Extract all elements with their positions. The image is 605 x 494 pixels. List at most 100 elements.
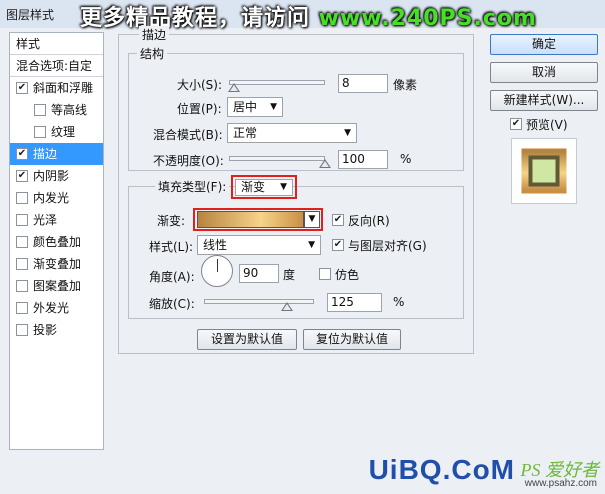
ok-button[interactable]: 确定 xyxy=(490,34,598,55)
fill-type-label: 填充类型(F): xyxy=(155,178,230,195)
style-list-item[interactable]: ✔ 斜面和浮雕 xyxy=(10,77,103,99)
style-list-item-label: 图案叠加 xyxy=(33,279,82,293)
reverse-label: 反向(R) xyxy=(348,214,390,228)
check-icon: ✔ xyxy=(17,82,27,93)
style-list-item[interactable]: 图案叠加 xyxy=(10,275,103,297)
style-list-item-label: 渐变叠加 xyxy=(33,257,82,271)
style-list-blend-options[interactable]: 混合选项:自定 xyxy=(10,55,103,77)
blend-mode-select-value: 正常 xyxy=(233,126,258,140)
fill-type-select-value: 渐变 xyxy=(241,180,266,194)
gradient-style-select[interactable]: 线性 ▼ xyxy=(197,235,321,255)
scale-input[interactable]: 125 xyxy=(327,293,382,312)
size-unit: 像素 xyxy=(393,78,418,92)
fill-type-select[interactable]: 渐变 ▼ xyxy=(235,179,293,196)
watermark-logo: UiBQ.CoM xyxy=(368,454,515,485)
style-list-blend-options-label: 混合选项:自定 xyxy=(16,59,93,73)
style-checkbox[interactable] xyxy=(16,258,28,270)
style-list-item[interactable]: ✔ 内阴影 xyxy=(10,165,103,187)
chevron-down-icon: ▼ xyxy=(270,102,277,112)
check-icon: ✔ xyxy=(17,148,27,159)
size-input[interactable]: 8 xyxy=(338,74,388,93)
style-list-item[interactable]: 等高线 xyxy=(10,99,103,121)
style-checkbox[interactable]: ✔ xyxy=(16,82,28,94)
style-list-item-label: 内发光 xyxy=(33,191,70,205)
window-title: 图层样式 xyxy=(6,8,55,22)
style-checkbox[interactable] xyxy=(34,126,46,138)
style-list-item-label: 颜色叠加 xyxy=(33,235,82,249)
reverse-checkbox[interactable]: ✔ xyxy=(332,214,344,226)
new-style-button[interactable]: 新建样式(W)... xyxy=(490,90,598,111)
angle-input[interactable]: 90 xyxy=(239,264,279,283)
banner-site: www.240PS.com xyxy=(318,6,537,31)
align-with-layer-label: 与图层对齐(G) xyxy=(348,239,427,253)
style-list-item[interactable]: 渐变叠加 xyxy=(10,253,103,275)
stroke-panel: 描边 结构 大小(S): 8 像素 位置(P): 居中 ▼ 混合模式(B): 正… xyxy=(118,26,474,354)
scale-unit: % xyxy=(393,295,405,309)
gradient-label: 渐变: xyxy=(157,214,186,228)
style-list-item[interactable]: 光泽 xyxy=(10,209,103,231)
blend-mode-select[interactable]: 正常 ▼ xyxy=(227,123,357,143)
check-icon: ✔ xyxy=(17,170,27,181)
style-list-styles[interactable]: 样式 xyxy=(10,33,103,55)
style-checkbox[interactable] xyxy=(16,324,28,336)
style-list-item-label: 内阴影 xyxy=(33,169,70,183)
preview-checkbox[interactable]: ✔ xyxy=(510,118,522,130)
preview-label: 预览(V) xyxy=(526,118,568,132)
style-checkbox[interactable]: ✔ xyxy=(16,170,28,182)
cancel-button[interactable]: 取消 xyxy=(490,62,598,83)
scale-slider[interactable] xyxy=(204,299,314,304)
style-list-item[interactable]: 内发光 xyxy=(10,187,103,209)
size-slider[interactable] xyxy=(229,80,325,85)
opacity-label: 不透明度(O): xyxy=(153,154,224,168)
stroke-panel-title: 描边 xyxy=(139,26,170,43)
size-label: 大小(S): xyxy=(177,78,223,92)
angle-label: 角度(A): xyxy=(149,270,195,284)
style-checkbox[interactable] xyxy=(16,192,28,204)
scale-slider-thumb[interactable] xyxy=(280,302,293,311)
chevron-down-icon: ▼ xyxy=(344,128,351,138)
dither-label: 仿色 xyxy=(335,268,360,282)
dither-checkbox[interactable] xyxy=(319,268,331,280)
style-checkbox[interactable] xyxy=(16,236,28,248)
check-icon: ✔ xyxy=(333,214,343,225)
set-default-button[interactable]: 设置为默认值 xyxy=(197,329,297,350)
style-checkbox[interactable]: ✔ xyxy=(16,148,28,160)
structure-group: 结构 大小(S): 8 像素 位置(P): 居中 ▼ 混合模式(B): 正常 ▼… xyxy=(128,45,464,171)
size-slider-thumb[interactable] xyxy=(227,83,240,92)
style-list-item[interactable]: ✔ 描边 xyxy=(10,143,103,165)
style-list-item-label: 纹理 xyxy=(51,125,76,139)
angle-dial-needle xyxy=(217,259,218,272)
check-icon: ✔ xyxy=(511,118,521,129)
frame-preview-icon xyxy=(521,148,567,194)
position-label: 位置(P): xyxy=(177,102,222,116)
position-select[interactable]: 居中 ▼ xyxy=(227,97,283,117)
chevron-down-icon: ▼ xyxy=(308,214,316,224)
scale-label: 缩放(C): xyxy=(149,297,195,311)
style-checkbox[interactable] xyxy=(34,104,46,116)
check-icon: ✔ xyxy=(333,239,343,250)
style-list-item[interactable]: 外发光 xyxy=(10,297,103,319)
style-list-item-label: 外发光 xyxy=(33,301,70,315)
gradient-dropdown-button[interactable]: ▼ xyxy=(304,211,320,228)
style-list-item[interactable]: 投影 xyxy=(10,319,103,341)
chevron-down-icon: ▼ xyxy=(280,182,287,192)
style-checkbox[interactable] xyxy=(16,302,28,314)
chevron-down-icon: ▼ xyxy=(308,240,315,250)
opacity-input[interactable]: 100 xyxy=(338,150,388,169)
reset-default-button[interactable]: 复位为默认值 xyxy=(303,329,401,350)
style-list-item[interactable]: 纹理 xyxy=(10,121,103,143)
gradient-swatch[interactable] xyxy=(197,211,304,228)
style-list-item[interactable]: 颜色叠加 xyxy=(10,231,103,253)
style-list: 样式 混合选项:自定 ✔ 斜面和浮雕 等高线 纹理 ✔ 描边 ✔ 内阴影 内发光 光泽 颜色叠加 渐变… xyxy=(9,32,104,450)
structure-group-title: 结构 xyxy=(137,45,168,62)
style-checkbox[interactable] xyxy=(16,280,28,292)
style-checkbox[interactable] xyxy=(16,214,28,226)
opacity-unit: % xyxy=(400,152,412,166)
opacity-slider[interactable] xyxy=(229,156,325,161)
angle-dial[interactable] xyxy=(201,255,233,287)
style-label: 样式(L): xyxy=(149,240,194,254)
opacity-slider-thumb[interactable] xyxy=(319,159,331,168)
banner-prefix: 更多精品教程，请访问 xyxy=(80,6,319,31)
align-with-layer-checkbox[interactable]: ✔ xyxy=(332,239,344,251)
style-list-styles-label: 样式 xyxy=(16,37,41,51)
